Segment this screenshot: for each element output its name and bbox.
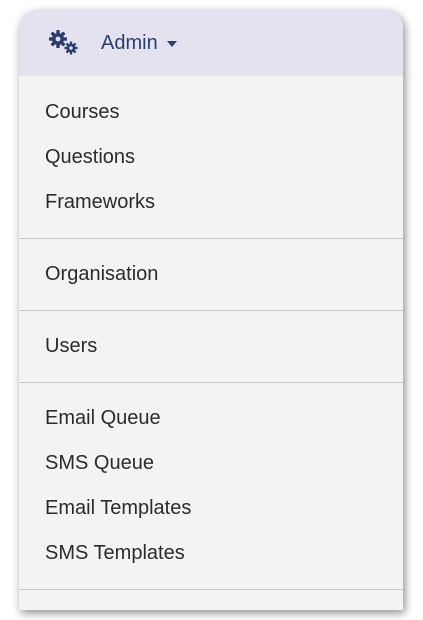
admin-menu-toggle[interactable]: Admin xyxy=(19,10,403,76)
admin-menu-label: Admin xyxy=(101,31,158,54)
gears-icon xyxy=(47,28,83,58)
menu-item-organisation[interactable]: Organisation xyxy=(19,252,403,297)
menu-item-sms-queue[interactable]: SMS Queue xyxy=(19,441,403,486)
menu-item-sms-templates[interactable]: SMS Templates xyxy=(19,531,403,576)
menu-item-users[interactable]: Users xyxy=(19,324,403,369)
menu-item-email-templates[interactable]: Email Templates xyxy=(19,486,403,531)
menu-items: Courses Questions Frameworks Organisatio… xyxy=(19,76,403,590)
menu-item-courses[interactable]: Courses xyxy=(19,90,403,135)
menu-item-frameworks[interactable]: Frameworks xyxy=(19,180,403,225)
admin-dropdown-menu: Admin Courses Questions Frameworks Organ… xyxy=(19,10,403,610)
menu-divider xyxy=(19,310,403,311)
menu-divider xyxy=(19,238,403,239)
menu-item-email-queue[interactable]: Email Queue xyxy=(19,396,403,441)
menu-divider xyxy=(19,382,403,383)
menu-divider xyxy=(19,589,403,590)
caret-down-icon xyxy=(166,41,177,47)
menu-item-questions[interactable]: Questions xyxy=(19,135,403,180)
